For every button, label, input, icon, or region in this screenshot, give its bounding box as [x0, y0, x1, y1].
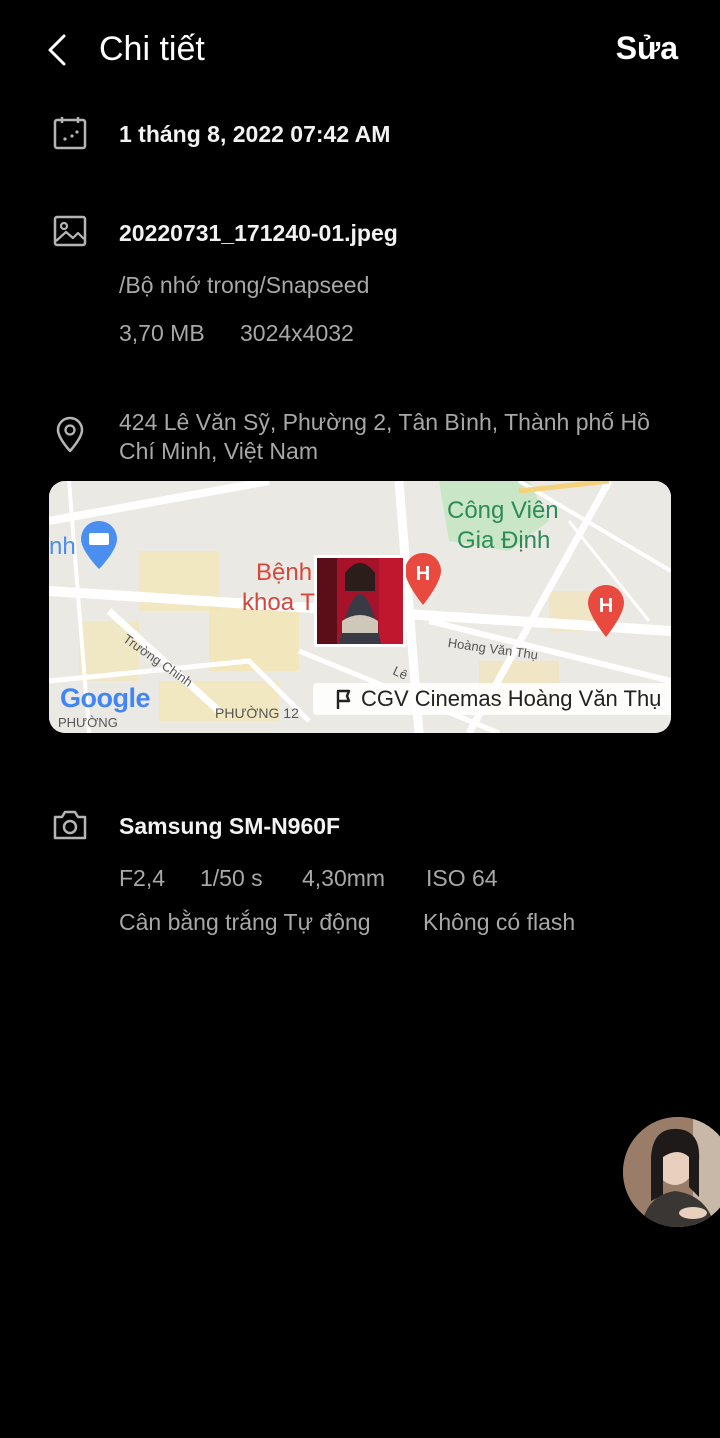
file-size: 3,70 MB [119, 320, 205, 346]
edit-button[interactable]: Sửa [616, 30, 678, 67]
camera-icon [52, 808, 88, 842]
page-title: Chi tiết [99, 30, 205, 68]
file-path: /Bộ nhớ trong/Snapseed [119, 272, 370, 298]
camera-focal-length: 4,30mm [302, 865, 386, 891]
map-label-ward-2: PHƯỜNG [58, 715, 118, 730]
place-chip[interactable]: CGV Cinemas Hoàng Văn Thụ [313, 683, 671, 715]
file-resolution: 3024x4032 [240, 320, 354, 346]
google-logo: Google [60, 683, 151, 713]
file-name: 20220731_171240-01.jpeg [119, 220, 398, 246]
map-edge-label: nh [49, 533, 76, 560]
camera-iso: ISO 64 [426, 865, 498, 891]
map-label-hospital-1: Bệnh [256, 559, 313, 586]
map-label-ward: PHƯỜNG 12 [215, 705, 299, 721]
camera-aperture: F2,4 [119, 865, 166, 891]
camera-white-balance: Cân bằng trắng Tự động [119, 909, 371, 935]
place-name: CGV Cinemas Hoàng Văn Thụ [361, 686, 662, 711]
back-button[interactable] [40, 30, 76, 70]
camera-shutter: 1/50 s [200, 865, 263, 891]
svg-text:H: H [599, 595, 613, 617]
map-label-park-2: Gia Định [457, 527, 551, 554]
date-text: 1 tháng 8, 2022 07:42 AM [119, 121, 391, 147]
map-label-park-1: Công Viên [447, 497, 559, 524]
location-map[interactable]: H H nh Công Viên Gia Định Bệnh khoa T Tr… [49, 481, 671, 733]
calendar-icon [52, 115, 88, 151]
image-icon [52, 213, 88, 249]
camera-flash: Không có flash [423, 909, 576, 935]
floating-avatar[interactable] [623, 1117, 720, 1227]
flag-icon [336, 689, 351, 709]
svg-text:H: H [416, 563, 430, 585]
map-label-hospital-2: khoa T [242, 589, 315, 616]
back-arrow-icon [48, 34, 66, 66]
location-pin-icon [54, 416, 86, 454]
location-address: 424 Lê Văn Sỹ, Phường 2, Tân Bình, Thành… [119, 409, 650, 464]
camera-model: Samsung SM-N960F [119, 813, 341, 839]
